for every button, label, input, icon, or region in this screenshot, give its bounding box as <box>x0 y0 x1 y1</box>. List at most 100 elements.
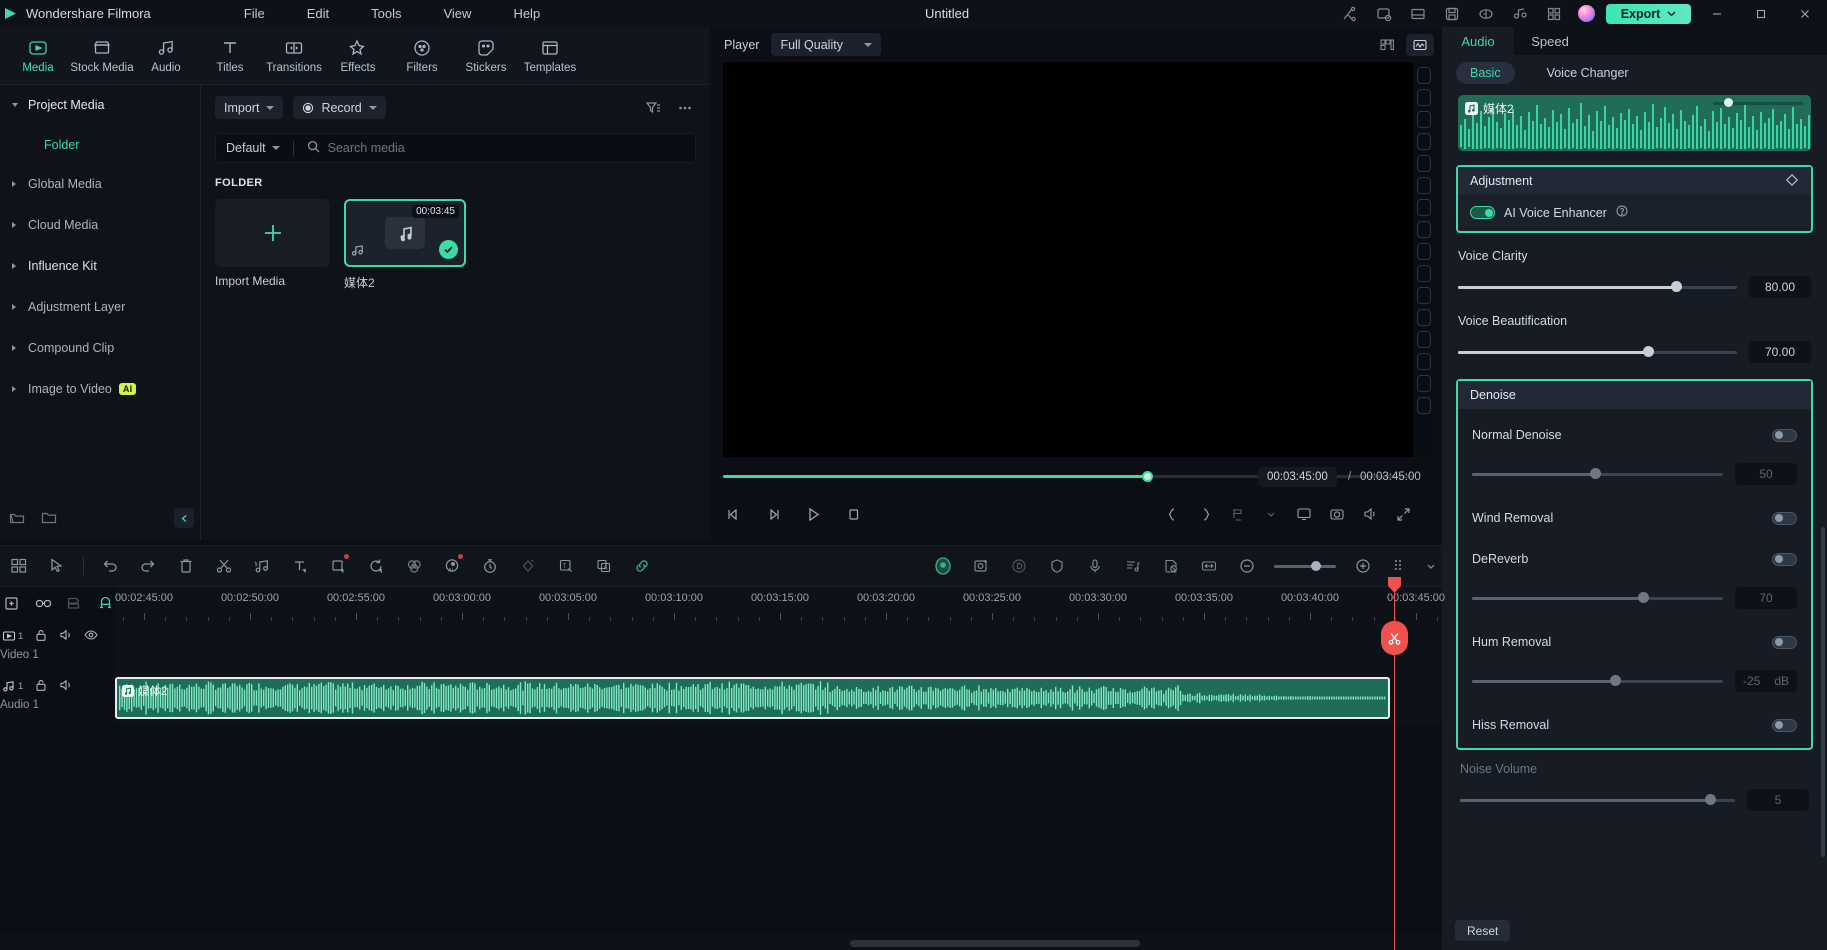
auto-caption-icon[interactable]: A <box>585 545 623 587</box>
diamond-keyframe-icon[interactable] <box>1785 173 1799 190</box>
hiss-removal-row[interactable]: Hiss Removal <box>1458 710 1811 740</box>
reset-button[interactable]: Reset <box>1455 920 1511 941</box>
voice-beautification-track[interactable] <box>1458 346 1737 357</box>
tab-media[interactable]: Media <box>6 29 70 83</box>
zoom-slider[interactable] <box>1274 560 1336 571</box>
ai-portrait-icon[interactable] <box>962 545 1000 587</box>
ai-copilot-icon[interactable] <box>1000 545 1038 587</box>
normal-denoise-track[interactable] <box>1472 468 1723 479</box>
stop-icon[interactable] <box>843 504 863 524</box>
hum-removal-toggle[interactable] <box>1772 635 1797 649</box>
dereverb-value[interactable]: 70 <box>1735 587 1797 609</box>
audio-track-lane[interactable]: 媒体2 <box>115 673 1442 723</box>
normal-denoise-row[interactable]: Normal Denoise <box>1458 420 1811 450</box>
sidebar-item-compound-clip[interactable]: Compound Clip <box>6 328 194 368</box>
close-button[interactable] <box>1783 0 1827 27</box>
tab-transitions[interactable]: Transitions <box>262 29 326 83</box>
play-icon[interactable] <box>803 504 823 524</box>
ai-voice-enhancer-row[interactable]: AI Voice Enhancer <box>1470 205 1799 220</box>
audio-detach-icon[interactable] <box>1503 0 1537 27</box>
mark-in-icon[interactable] <box>1162 504 1182 524</box>
filter-icon[interactable] <box>642 97 664 119</box>
dereverb-track[interactable] <box>1472 592 1723 603</box>
timeline-audio-clip[interactable]: 媒体2 <box>115 677 1390 719</box>
hum-removal-value-box[interactable]: -25 dB <box>1735 670 1797 692</box>
import-button[interactable]: Import <box>215 96 284 119</box>
wind-removal-row[interactable]: Wind Removal <box>1458 503 1811 533</box>
waveform-view-icon[interactable] <box>1406 33 1434 56</box>
markers-icon[interactable] <box>66 595 83 615</box>
volume-icon[interactable] <box>1360 504 1380 524</box>
redo-icon[interactable] <box>129 545 167 587</box>
rotate-icon[interactable] <box>357 545 395 587</box>
timeline-horizontal-scrollbar[interactable] <box>850 940 1140 947</box>
link-icon[interactable] <box>623 545 661 587</box>
zoom-in-icon[interactable] <box>1344 545 1382 587</box>
quality-dropdown[interactable]: Full Quality <box>771 33 882 56</box>
audio-detect-icon[interactable] <box>243 545 281 587</box>
layout-icon[interactable] <box>1401 0 1435 27</box>
tab-filters[interactable]: Filters <box>390 29 454 83</box>
mute-icon[interactable] <box>59 678 73 695</box>
menu-file[interactable]: File <box>223 0 286 27</box>
video-track-lane[interactable] <box>115 623 1442 673</box>
sidebar-item-cloud-media[interactable]: Cloud Media <box>6 205 194 245</box>
search-input[interactable] <box>327 141 685 155</box>
tab-templates[interactable]: Templates <box>518 29 582 83</box>
menu-help[interactable]: Help <box>492 0 561 27</box>
export-frame-icon[interactable] <box>1228 504 1248 524</box>
menu-tools[interactable]: Tools <box>350 0 422 27</box>
color-match-icon[interactable] <box>395 545 433 587</box>
sort-dropdown[interactable]: Default <box>226 141 280 155</box>
mute-icon[interactable] <box>59 628 73 645</box>
sidebar-item-global-media[interactable]: Global Media <box>6 164 194 204</box>
tab-stock-media[interactable]: Stock Media <box>70 29 134 83</box>
grid-apps-icon[interactable] <box>1537 0 1571 27</box>
timeline-dropdown-icon[interactable] <box>1420 545 1442 587</box>
prev-frame-icon[interactable] <box>723 504 743 524</box>
hiss-removal-toggle[interactable] <box>1772 718 1797 732</box>
speed-icon[interactable] <box>471 545 509 587</box>
grid-view-icon[interactable] <box>1373 34 1401 56</box>
timeline-view-options-icon[interactable] <box>1382 545 1420 587</box>
undo-icon[interactable] <box>91 545 129 587</box>
lock-icon[interactable] <box>34 628 48 645</box>
new-folder-icon[interactable] <box>4 506 30 530</box>
tab-audio-properties[interactable]: Audio <box>1442 27 1514 55</box>
menu-view[interactable]: View <box>422 0 492 27</box>
share-icon[interactable] <box>1333 0 1367 27</box>
ai-mask-icon[interactable] <box>924 545 962 587</box>
normal-denoise-value[interactable]: 50 <box>1735 463 1797 485</box>
project-settings-icon[interactable] <box>1367 0 1401 27</box>
import-media-card[interactable] <box>215 199 330 267</box>
text-icon[interactable] <box>281 545 319 587</box>
mark-out-icon[interactable] <box>1195 504 1215 524</box>
media-thumbnail[interactable]: 00:03:45 <box>344 199 466 267</box>
link-track-icon[interactable] <box>35 595 52 615</box>
normal-denoise-toggle[interactable] <box>1772 428 1797 442</box>
seek-handle[interactable] <box>1142 470 1154 482</box>
folder-icon[interactable] <box>36 506 62 530</box>
dereverb-toggle[interactable] <box>1772 552 1797 566</box>
sidebar-item-influence-kit[interactable]: Influence Kit <box>6 246 194 286</box>
tab-audio[interactable]: Audio <box>134 29 198 83</box>
clip-volume-handle[interactable] <box>1724 98 1733 107</box>
ai-audio-icon[interactable]: AI <box>433 545 471 587</box>
subtab-basic[interactable]: Basic <box>1456 62 1515 84</box>
noise-volume-value[interactable]: 5 <box>1747 789 1809 811</box>
noise-volume-track[interactable] <box>1460 794 1735 805</box>
properties-scrollbar[interactable] <box>1821 527 1825 857</box>
wind-removal-toggle[interactable] <box>1772 511 1797 525</box>
audio-mixer-icon[interactable] <box>1114 545 1152 587</box>
record-button[interactable]: Record <box>293 96 386 119</box>
tab-titles[interactable]: Titles <box>198 29 262 83</box>
motion-track-icon[interactable]: T <box>547 545 585 587</box>
timeline-playhead[interactable] <box>1381 577 1408 950</box>
crop-icon[interactable] <box>319 545 357 587</box>
current-time-display[interactable]: 00:03:45:00 <box>1258 467 1337 487</box>
split-at-playhead-button[interactable] <box>1381 621 1408 655</box>
hum-removal-track[interactable] <box>1472 675 1723 686</box>
hum-removal-row[interactable]: Hum Removal <box>1458 627 1811 657</box>
snapshot-icon[interactable] <box>1327 504 1347 524</box>
menu-edit[interactable]: Edit <box>286 0 350 27</box>
